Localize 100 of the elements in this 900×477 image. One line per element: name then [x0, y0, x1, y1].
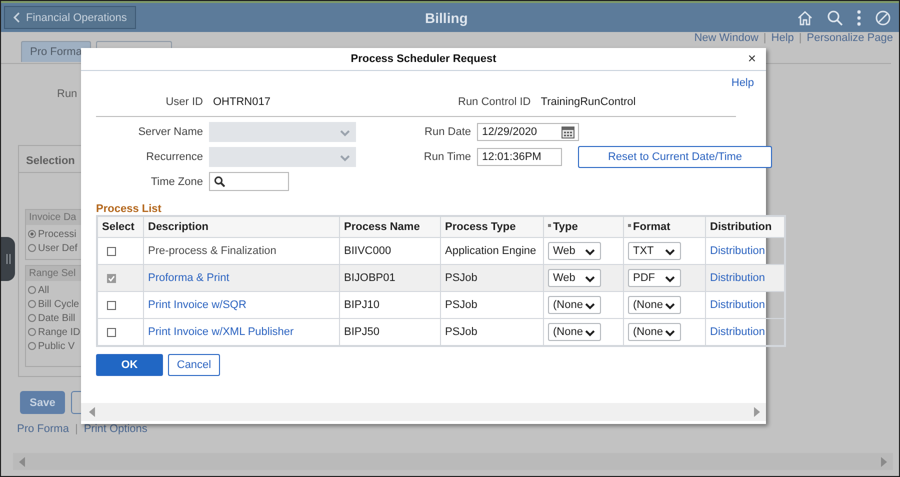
column-header: Process Type	[440, 216, 544, 238]
column-header: Distribution	[706, 216, 785, 238]
process-link[interactable]: Print Invoice w/SQR	[148, 299, 246, 311]
distribution-link[interactable]: Distribution	[710, 272, 766, 284]
radio-label: All	[38, 284, 50, 296]
dropdown[interactable]: (None	[628, 296, 681, 314]
chevron-down-icon	[584, 246, 596, 256]
radio-button[interactable]	[28, 286, 36, 294]
table-cell: PSJob	[440, 264, 544, 292]
field-label: Time Zone	[150, 176, 203, 188]
close-button[interactable]: ×	[746, 51, 758, 65]
section-title: Process List	[96, 203, 162, 215]
chevron-left-icon	[13, 12, 20, 23]
field-label: Server Name	[137, 126, 203, 138]
back-button[interactable]: Financial Operations	[4, 6, 136, 29]
radio-button[interactable]	[28, 314, 36, 322]
dropdown[interactable]: TXT	[628, 242, 681, 260]
footer-link[interactable]: Print Options	[84, 423, 148, 435]
required-marker	[628, 224, 631, 228]
check-icon	[108, 274, 115, 282]
field-label: Run Control ID	[458, 96, 531, 108]
chevron-down-icon	[584, 300, 596, 310]
table-cell: BIJOBP01	[340, 264, 440, 292]
dropdown[interactable]: (None	[548, 296, 601, 314]
prohibited-icon[interactable]	[875, 10, 891, 26]
link-separator: |	[74, 423, 78, 435]
chevron-down-icon	[584, 274, 596, 282]
field-label: Recurrence	[145, 151, 203, 163]
cancel-button[interactable]: Cancel	[168, 354, 220, 376]
page-title: Billing	[424, 10, 469, 26]
dropdown[interactable]: (None	[628, 323, 681, 341]
table-cell: BIPJ10	[340, 292, 440, 318]
reset-button[interactable]: Reset to Current Date/Time	[578, 146, 772, 168]
chevron-down-icon	[339, 152, 351, 162]
search-icon	[214, 176, 225, 187]
radio-label: User Def	[38, 242, 78, 254]
search-icon[interactable]	[827, 10, 843, 26]
scroll-right-icon[interactable]	[754, 407, 760, 417]
dropdown[interactable]: PDF	[628, 269, 681, 287]
distribution-link[interactable]: Distribution	[710, 245, 766, 257]
chevron-down-icon	[664, 274, 676, 282]
radio-button[interactable]	[28, 328, 36, 336]
column-header: Process Name	[340, 216, 440, 238]
time-field[interactable]: 12:01:36PM	[477, 148, 562, 166]
checkbox[interactable]	[107, 328, 116, 337]
radio-label: Processi	[38, 228, 76, 240]
table-cell: PSJob	[440, 292, 544, 318]
distribution-link[interactable]: Distribution	[710, 326, 766, 338]
radio-button[interactable]	[28, 244, 36, 252]
column-header: Type	[544, 216, 624, 238]
field-label: Run Time	[422, 151, 471, 163]
process-link[interactable]: Proforma & Print	[148, 272, 230, 284]
checkbox[interactable]	[107, 246, 116, 256]
footer-link[interactable]: Pro Forma	[17, 423, 69, 435]
process-link[interactable]: Print Invoice w/XML Publisher	[148, 326, 294, 338]
dropdown[interactable]: Web	[548, 269, 601, 287]
side-panel-handle[interactable]	[1, 237, 15, 281]
field-label: Run	[57, 88, 78, 102]
time-zone-field[interactable]	[209, 172, 289, 191]
column-header: Description	[144, 216, 340, 238]
column-header: Format	[624, 216, 706, 238]
field-label: Run Date	[424, 126, 471, 138]
date-field[interactable]: 12/29/2020	[477, 123, 579, 141]
chevron-down-icon	[664, 300, 676, 310]
radio-button[interactable]	[28, 342, 36, 350]
field-label: User ID	[164, 96, 203, 108]
field-value: OHTRN017	[213, 96, 272, 108]
calendar-icon	[561, 125, 575, 139]
column-header: Select	[97, 216, 144, 238]
checkbox[interactable]	[107, 300, 116, 310]
checkbox[interactable]	[107, 274, 116, 283]
link-separator: |	[798, 32, 802, 41]
scroll-left-icon[interactable]	[19, 456, 25, 466]
chevron-down-icon	[584, 328, 596, 336]
field-value: TrainingRunControl	[540, 96, 636, 108]
radio-button[interactable]	[28, 300, 36, 308]
page-link[interactable]: Help	[771, 32, 794, 41]
home-icon[interactable]	[797, 10, 813, 26]
dropdown[interactable]: Web	[548, 242, 601, 260]
link-separator: |	[763, 32, 766, 41]
help-link[interactable]: Help	[731, 77, 754, 90]
chevron-down-icon	[339, 128, 351, 136]
radio-label: Range ID	[38, 326, 80, 338]
chevron-down-icon	[664, 328, 676, 336]
radio-button[interactable]	[28, 230, 36, 238]
scroll-right-icon[interactable]	[881, 456, 887, 466]
dialog-title: Process Scheduler Request	[350, 53, 496, 65]
tab[interactable]: Pro Forma	[21, 41, 91, 62]
radio-label: Bill Cycle	[38, 298, 80, 310]
scroll-left-icon[interactable]	[89, 407, 95, 417]
ok-button[interactable]: OK	[96, 354, 163, 376]
chevron-down-icon	[664, 246, 676, 256]
page-link[interactable]: New Window	[694, 32, 758, 41]
radio-label: Public V	[38, 340, 75, 352]
grip-icon	[6, 254, 10, 264]
distribution-link[interactable]: Distribution	[710, 299, 766, 311]
page-link[interactable]: Personalize Page	[806, 32, 893, 41]
required-marker	[548, 224, 551, 228]
dropdown[interactable]: (None	[548, 323, 601, 341]
more-options-icon[interactable]	[857, 10, 861, 26]
